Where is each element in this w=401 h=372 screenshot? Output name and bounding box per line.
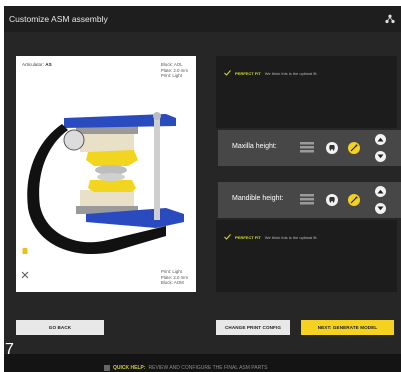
fit-tag: PERFECT FIT [235, 70, 261, 76]
info-line: Block: AOM [160, 280, 184, 286]
model-viewer[interactable]: Articulator: AS Block: AOL Plate: 2.0 mm… [16, 56, 196, 292]
incisal-pin [154, 116, 160, 220]
title-bar: Customize ASM assembly [4, 6, 401, 32]
window-title: Customize ASM assembly [9, 14, 108, 24]
mandible-height-control: Mandible height: [218, 182, 401, 218]
check-icon [224, 70, 231, 76]
network-icon[interactable] [385, 14, 395, 24]
pin-knob [153, 112, 161, 120]
lower-base [80, 190, 134, 206]
fit-message: We think this is the optimal fit. [264, 70, 318, 76]
chevron-down-icon [377, 206, 384, 211]
maxilla-height-label: Maxilla height: [232, 143, 277, 150]
articulator-model [27, 112, 184, 255]
chevron-down-icon [377, 154, 384, 159]
lower-cast [88, 180, 136, 192]
maxilla-fit-status: PERFECT FIT We think this is the optimal… [224, 70, 318, 76]
go-back-button[interactable]: GO BACK [16, 320, 104, 335]
height-down-button[interactable] [375, 203, 386, 214]
reset-button[interactable] [326, 142, 338, 154]
quick-help-label: QUICK HELP: [113, 365, 146, 371]
check-icon [224, 234, 231, 240]
maxilla-fit-panel: PERFECT FIT We think this is the optimal… [216, 56, 397, 128]
upper-cast [86, 150, 138, 166]
help-icon [104, 365, 110, 371]
lock-icon[interactable] [21, 247, 29, 261]
mandible-config-info: Print: Light Plate: 2.0 mm Block: AOM [161, 269, 188, 286]
maxilla-height-control: Maxilla height: [218, 130, 401, 166]
app-window: Customize ASM assembly Articulator: AS B… [4, 6, 401, 372]
fit-message: We think this is the optimal fit. [264, 234, 318, 240]
height-down-button[interactable] [375, 151, 386, 162]
mandible-fit-status: PERFECT FIT We think this is the optimal… [224, 234, 318, 240]
hinge [63, 129, 85, 151]
wand-icon [350, 144, 358, 152]
mandible-fit-panel: PERFECT FIT We think this is the optimal… [216, 220, 397, 292]
tooth-icon [329, 145, 335, 151]
lower-teeth [97, 173, 125, 181]
height-up-button[interactable] [375, 134, 386, 145]
tray-icon [300, 142, 314, 153]
mandible-height-label: Mandible height: [232, 195, 284, 202]
change-print-config-button[interactable]: CHANGE PRINT CONFIG [216, 320, 290, 335]
tray-icon [300, 194, 314, 205]
chevron-up-icon [377, 137, 384, 142]
close-icon[interactable] [21, 271, 29, 279]
quick-help[interactable]: QUICK HELP: REVIEW AND CONFIGURE THE FIN… [104, 365, 268, 371]
auto-fit-button[interactable] [348, 194, 360, 206]
height-up-button[interactable] [375, 186, 386, 197]
fit-tag: PERFECT FIT [235, 234, 261, 240]
tooth-icon [329, 197, 335, 203]
auto-fit-button[interactable] [348, 142, 360, 154]
wand-icon [350, 196, 358, 204]
view-tools [21, 247, 29, 284]
page-number: 7 [5, 341, 14, 358]
next-generate-model-button[interactable]: NEXT: GENERATE MODEL [301, 320, 394, 335]
reset-button[interactable] [326, 194, 338, 206]
chevron-up-icon [377, 189, 384, 194]
quick-help-text: REVIEW AND CONFIGURE THE FINAL ASM PARTS [148, 365, 268, 371]
upper-base [80, 134, 134, 152]
